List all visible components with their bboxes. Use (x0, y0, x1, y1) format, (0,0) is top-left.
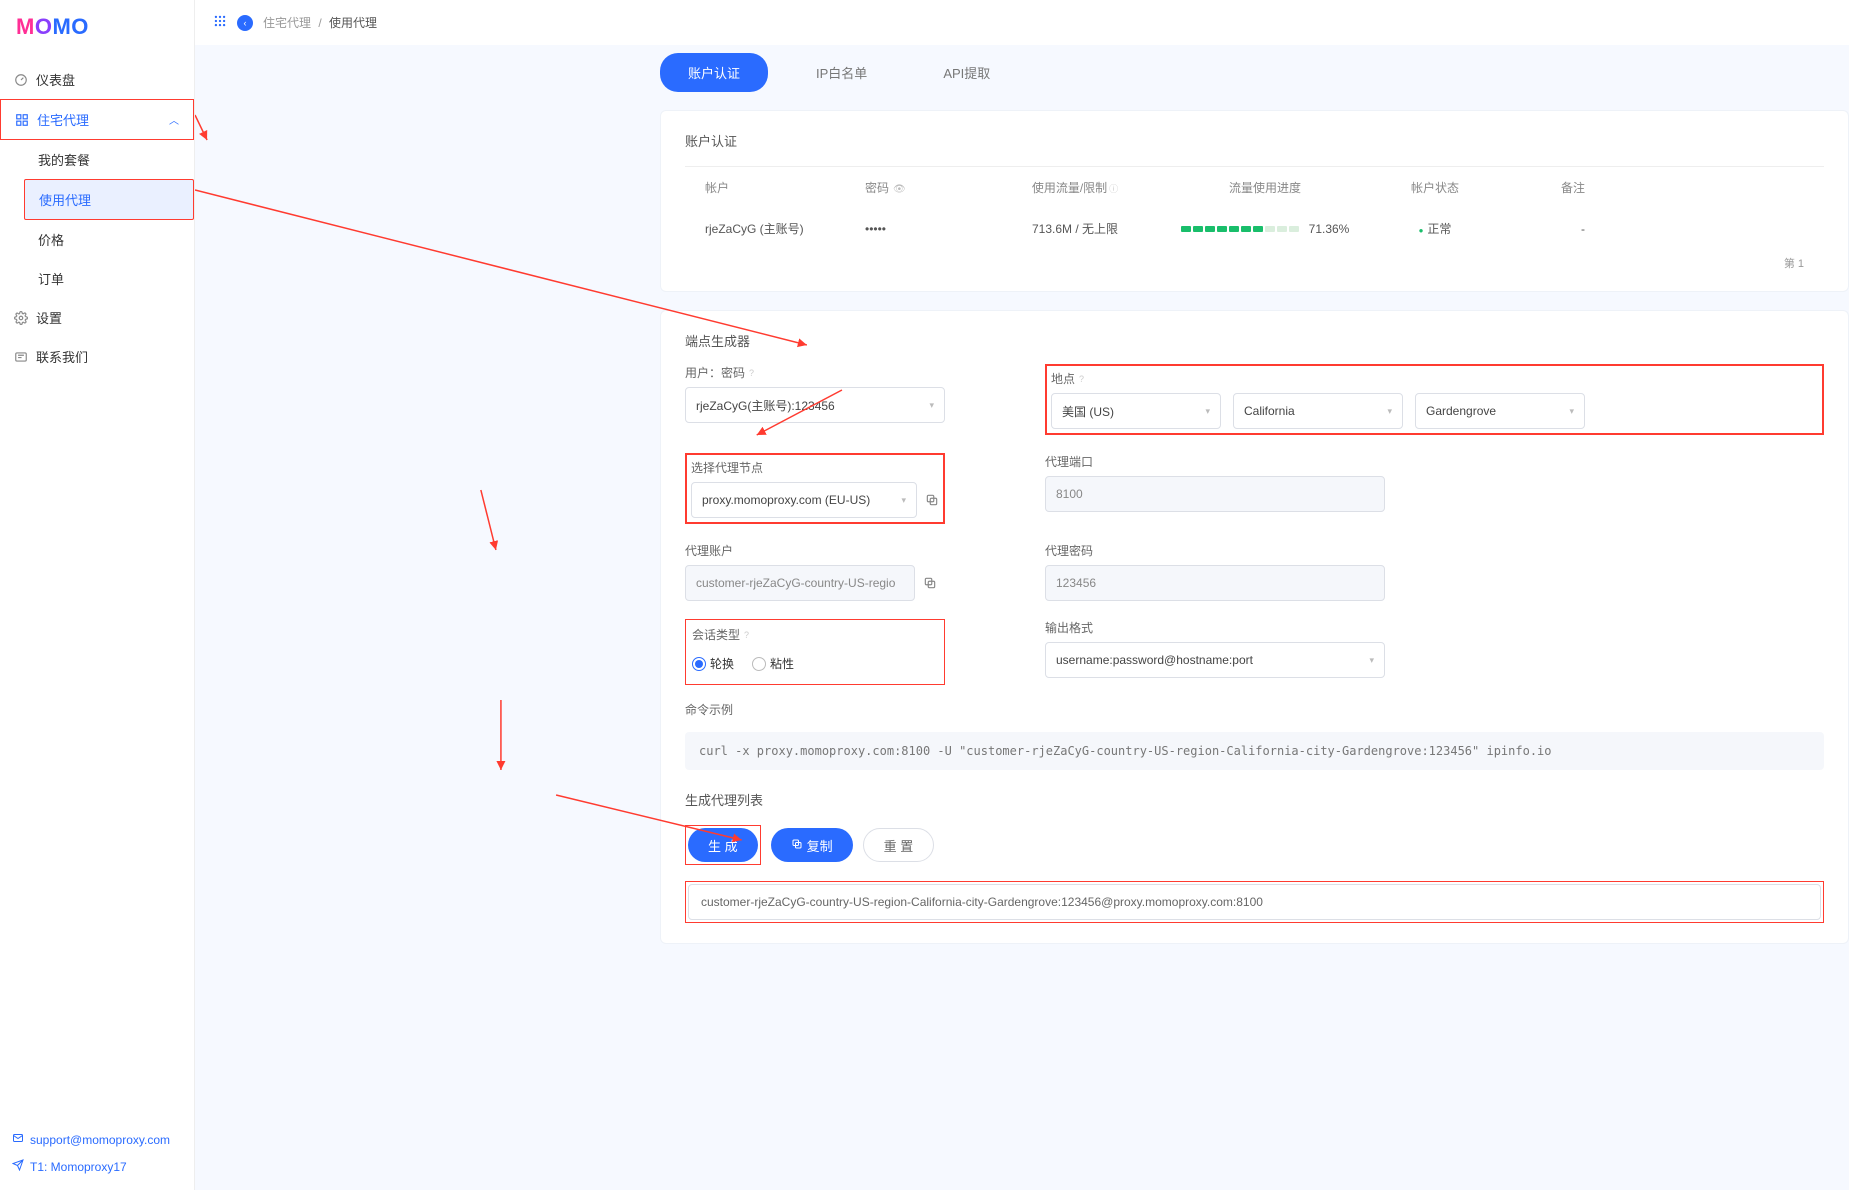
grid-icon (15, 113, 29, 127)
col-remark: 备注 (1505, 179, 1585, 196)
nav-my-plan-label: 我的套餐 (38, 150, 90, 169)
nav-contact[interactable]: 联系我们 (0, 337, 194, 376)
label-node: 选择代理节点 (691, 459, 939, 476)
help-icon[interactable]: ? (749, 368, 754, 378)
nav-orders-label: 订单 (38, 269, 64, 288)
breadcrumb-parent[interactable]: 住宅代理 (263, 16, 311, 30)
copy-button[interactable]: 复制 (771, 828, 853, 862)
select-format[interactable]: username:password@hostname:port▾ (1045, 642, 1385, 678)
result-output: customer-rjeZaCyG-country-US-region-Cali… (688, 884, 1821, 920)
telegram-label: T1: Momoproxy17 (30, 1160, 127, 1174)
pager-label: 第 1 (685, 249, 1824, 271)
cell-usage: 713.6M / 无上限 (985, 220, 1165, 237)
nav-proxy-parent[interactable]: 住宅代理 ︿ (0, 99, 194, 140)
nav-dashboard-label: 仪表盘 (36, 70, 75, 89)
nav-dashboard[interactable]: 仪表盘 (0, 60, 194, 99)
nav-settings[interactable]: 设置 (0, 298, 194, 337)
cell-progress: 71.36% (1165, 222, 1365, 236)
proxy-list-title: 生成代理列表 (685, 790, 1824, 809)
cell-password: ••••• (865, 222, 985, 236)
select-country[interactable]: 美国 (US)▾ (1051, 393, 1221, 429)
message-icon (14, 350, 28, 364)
col-usage: 使用流量/限制ⓘ (985, 179, 1165, 196)
chevron-down-icon: ▾ (901, 495, 906, 506)
nav-use-proxy-label: 使用代理 (39, 190, 91, 209)
support-email: support@momoproxy.com (30, 1133, 170, 1147)
label-proxy-user: 代理账户 (685, 542, 945, 559)
nav-price-label: 价格 (38, 230, 64, 249)
cell-remark: - (1505, 222, 1585, 236)
cell-status: ●正常 (1365, 220, 1505, 237)
col-account: 帐户 (705, 179, 865, 196)
account-auth-title: 账户认证 (685, 131, 1824, 150)
chevron-up-icon: ︿ (169, 112, 179, 127)
col-progress: 流量使用进度 (1165, 179, 1365, 196)
radio-sticky[interactable]: 粘性 (752, 655, 794, 672)
eye-off-icon[interactable]: 👁 (893, 184, 906, 195)
select-node[interactable]: proxy.momoproxy.com (EU-US)▾ (691, 482, 917, 518)
gauge-icon (14, 73, 28, 87)
chevron-down-icon: ▾ (929, 400, 934, 411)
label-cmd: 命令示例 (685, 701, 1824, 718)
apps-icon[interactable] (213, 14, 227, 31)
breadcrumb: 住宅代理 / 使用代理 (263, 14, 377, 31)
label-proxy-pw: 代理密码 (1045, 542, 1824, 559)
nav-use-proxy[interactable]: 使用代理 (24, 179, 194, 220)
collapse-sidebar-button[interactable]: ‹ (237, 15, 253, 31)
col-password: 密码👁 (865, 179, 985, 196)
help-icon[interactable]: ? (1079, 374, 1084, 384)
help-icon[interactable]: ? (744, 630, 749, 640)
label-user: 用户：密码? (685, 364, 945, 381)
label-location: 地点? (1051, 370, 1818, 387)
select-state[interactable]: California▾ (1233, 393, 1403, 429)
label-port: 代理端口 (1045, 453, 1824, 470)
nav-price[interactable]: 价格 (24, 220, 194, 259)
cell-percent: 71.36% (1309, 222, 1350, 236)
input-proxy-pw: 123456 (1045, 565, 1385, 601)
send-icon (12, 1159, 24, 1174)
input-port: 8100 (1045, 476, 1385, 512)
copy-icon[interactable] (925, 493, 939, 507)
tab-ip-whitelist[interactable]: IP白名单 (788, 53, 895, 92)
cell-account: rjeZaCyG (主账号) (705, 220, 865, 237)
input-proxy-user: customer-rjeZaCyG-country-US-regio (685, 565, 915, 601)
gear-icon (14, 311, 28, 325)
nav-orders[interactable]: 订单 (24, 259, 194, 298)
nav-proxy-label: 住宅代理 (37, 110, 89, 129)
mail-icon (12, 1132, 24, 1147)
logo: MOMO (0, 0, 194, 54)
cmd-example: curl -x proxy.momoproxy.com:8100 -U "cus… (685, 732, 1824, 770)
select-city[interactable]: Gardengrove▾ (1415, 393, 1585, 429)
account-table: 帐户 密码👁 使用流量/限制ⓘ 流量使用进度 帐户状态 备注 rjeZaCyG … (685, 166, 1824, 249)
generate-button[interactable]: 生 成 (688, 828, 758, 862)
table-row: rjeZaCyG (主账号) ••••• 713.6M / 无上限 71.36%… (685, 208, 1824, 249)
support-email-link[interactable]: support@momoproxy.com (12, 1126, 182, 1153)
progress-bar (1181, 226, 1299, 232)
tab-account-auth[interactable]: 账户认证 (660, 53, 768, 92)
info-icon[interactable]: ⓘ (1109, 184, 1118, 194)
breadcrumb-current: 使用代理 (329, 16, 377, 30)
chevron-down-icon: ▾ (1369, 655, 1374, 666)
generator-title: 端点生成器 (685, 331, 1824, 350)
chevron-down-icon: ▾ (1569, 406, 1574, 417)
chevron-down-icon: ▾ (1205, 406, 1210, 417)
copy-icon (791, 838, 803, 853)
tab-api-extract[interactable]: API提取 (915, 53, 1018, 92)
nav-contact-label: 联系我们 (36, 347, 88, 366)
select-user[interactable]: rjeZaCyG(主账号):123456 ▾ (685, 387, 945, 423)
label-format: 输出格式 (1045, 619, 1824, 636)
nav-my-plan[interactable]: 我的套餐 (24, 140, 194, 179)
label-session: 会话类型? (692, 626, 938, 643)
copy-icon[interactable] (923, 576, 937, 590)
radio-rotate[interactable]: 轮换 (692, 655, 734, 672)
nav-settings-label: 设置 (36, 308, 62, 327)
chevron-down-icon: ▾ (1387, 406, 1392, 417)
telegram-link[interactable]: T1: Momoproxy17 (12, 1153, 182, 1180)
col-status: 帐户状态 (1365, 179, 1505, 196)
reset-button[interactable]: 重 置 (863, 828, 935, 862)
